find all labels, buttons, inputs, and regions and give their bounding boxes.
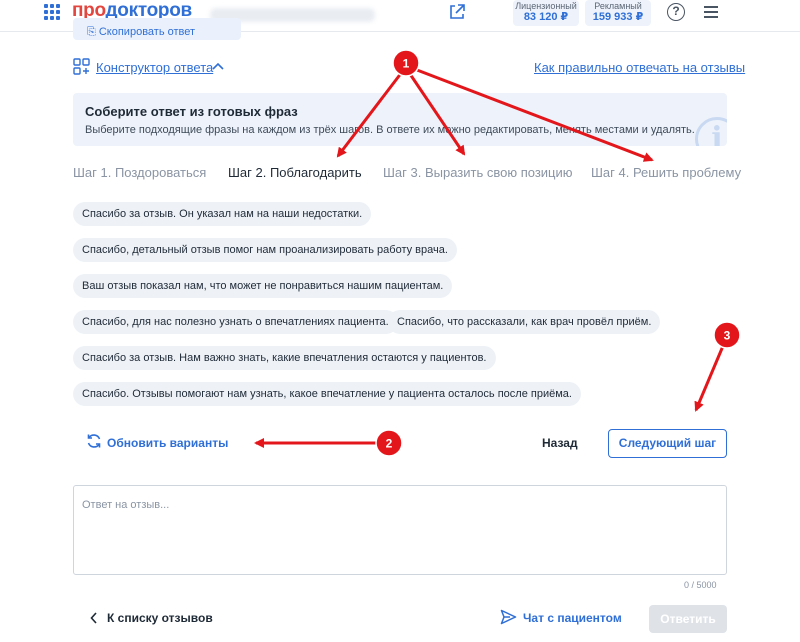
annotation-badge-1: 1 [392,49,420,77]
license-balance[interactable]: Лицензионный 83 120 ₽ [513,0,579,26]
svg-text:3: 3 [724,329,731,343]
svg-text:1: 1 [403,57,410,71]
step-3-tab[interactable]: Шаг 3. Выразить свою позицию [383,165,573,180]
step-4-tab[interactable]: Шаг 4. Решить проблему [591,165,741,180]
send-icon[interactable] [500,609,517,625]
chevron-left-icon[interactable] [90,612,98,624]
phrase-chip[interactable]: Спасибо за отзыв. Он указал нам на наши … [73,202,372,226]
chat-with-patient-link[interactable]: Чат с пациентом [523,611,622,625]
copy-answer-label: ⎘ Скопировать ответ [87,26,196,38]
phrase-chip[interactable]: Ваш отзыв показал нам, что может не понр… [73,274,453,298]
constructor-icon[interactable] [73,58,90,75]
phrase-chip[interactable]: Спасибо. Отзывы помогают нам узнать, как… [73,382,581,406]
info-box: Соберите ответ из готовых фраз Выберите … [73,93,727,146]
annotation-badge-3: 3 [713,321,741,349]
char-counter: 0 / 5000 [684,580,717,590]
answer-placeholder: Ответ на отзыв... [82,499,170,511]
arrow-3 [694,345,725,412]
constructor-link[interactable]: Конструктор ответа [96,60,213,75]
refresh-options-button[interactable]: Обновить варианты [107,436,228,450]
answer-textarea[interactable]: Ответ на отзыв... [73,485,727,575]
next-step-button[interactable]: Следующий шаг [608,429,727,458]
chevron-up-icon[interactable] [212,62,224,72]
step-2-tab[interactable]: Шаг 2. Поблагодарить [228,165,362,180]
phrase-chip[interactable]: Спасибо, для нас полезно узнать о впечат… [73,310,398,334]
apps-grid-icon[interactable] [44,4,60,20]
phrase-chip[interactable]: Спасибо за отзыв. Нам важно знать, какие… [73,346,496,370]
svg-text:2: 2 [386,437,393,451]
reply-button[interactable]: Ответить [649,605,727,633]
info-icon: i [695,117,727,146]
phrase-chip[interactable]: Спасибо, что рассказали, как врач провёл… [388,310,661,334]
back-to-list-link[interactable]: К списку отзывов [107,611,213,625]
ad-balance[interactable]: Рекламный 159 933 ₽ [585,0,651,26]
info-text: Выберите подходящие фразы на каждом из т… [85,124,695,136]
phrase-chip[interactable]: Спасибо, детальный отзыв помог нам проан… [73,238,457,262]
back-button[interactable]: Назад [542,436,578,450]
refresh-icon[interactable] [86,433,102,449]
external-link-icon[interactable] [448,3,466,21]
info-title: Соберите ответ из готовых фраз [85,104,298,119]
copy-answer-button[interactable]: ⎘ Скопировать ответ [73,18,241,40]
annotation-badge-2: 2 [375,429,403,457]
hamburger-menu-icon[interactable] [704,6,718,21]
howto-answer-link[interactable]: Как правильно отвечать на отзывы [534,60,745,75]
help-icon[interactable]: ? [667,3,685,21]
step-1-tab[interactable]: Шаг 1. Поздороваться [73,165,206,180]
